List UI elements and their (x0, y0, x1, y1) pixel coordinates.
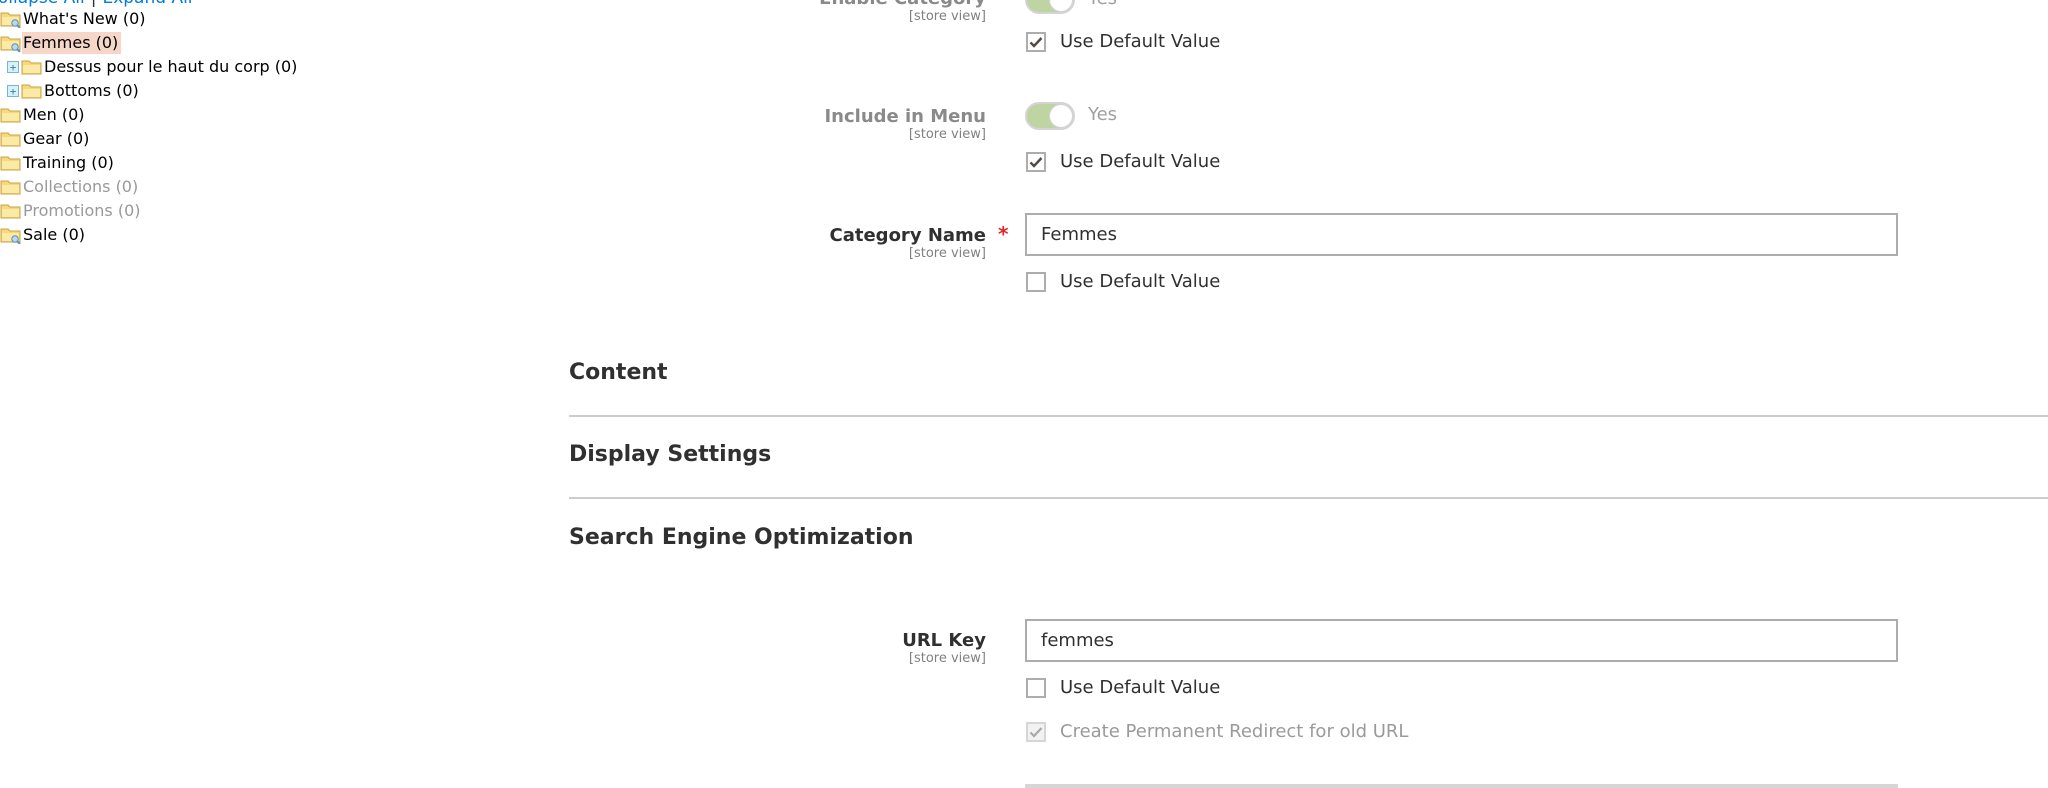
section-divider (569, 415, 2048, 417)
tree-node-dessus[interactable]: + Dessus pour le haut du corp (0) (7, 56, 300, 78)
url-key-label: URL Key [store view] (902, 630, 986, 666)
expand-plus-icon[interactable]: + (7, 85, 19, 97)
tree-node-collections[interactable]: Collections (0) (0, 176, 141, 198)
folder-search-icon (0, 10, 22, 28)
include-in-menu-label: Include in Menu [store view] (824, 106, 986, 142)
checkmark-icon (1029, 36, 1043, 48)
section-divider (569, 497, 2048, 499)
tree-node-femmes[interactable]: Femmes (0) (0, 32, 122, 54)
folder-icon (21, 82, 43, 100)
scope-label: [store view] (908, 651, 986, 666)
url-key-input[interactable] (1025, 619, 1898, 662)
expand-all-link[interactable]: Expand All (102, 0, 192, 8)
enable-category-toggle[interactable] (1025, 0, 1075, 14)
folder-icon (0, 106, 22, 124)
scope-label: [store view] (908, 9, 986, 24)
tree-node-sale[interactable]: Sale (0) (0, 224, 88, 246)
tree-node-label: Men (0) (23, 105, 85, 124)
tree-node-label: Dessus pour le haut du corp (0) (44, 57, 298, 76)
collapse-all-link[interactable]: Collapse All (0, 0, 85, 8)
tree-node-training[interactable]: Training (0) (0, 152, 117, 174)
scope-label: [store view] (908, 246, 986, 261)
tree-node-bottoms[interactable]: + Bottoms (0) (7, 80, 142, 102)
folder-icon (21, 58, 43, 76)
checkmark-icon (1029, 156, 1043, 168)
folder-icon (0, 178, 22, 196)
use-default-checkbox[interactable] (1026, 151, 1046, 172)
tree-node-men[interactable]: Men (0) (0, 104, 88, 126)
tree-controls: Collapse All | Expand All (0, 0, 193, 8)
checkmark-icon (1029, 726, 1043, 738)
folder-icon (0, 202, 22, 220)
enable-category-value: Yes (1088, 0, 1117, 9)
section-display-settings[interactable]: Display Settings (569, 442, 771, 467)
include-in-menu-value: Yes (1088, 104, 1118, 125)
folder-search-icon (0, 34, 22, 52)
folder-icon (0, 154, 22, 172)
tree-node-label: Training (0) (23, 153, 114, 172)
next-field-input[interactable] (1025, 784, 1898, 788)
tree-node-label: Femmes (0) (22, 32, 122, 54)
toggle-knob (1049, 0, 1073, 12)
enable-category-label: Enable Category [store view] (819, 0, 986, 24)
include-in-menu-toggle[interactable] (1025, 102, 1075, 130)
tree-node-gear[interactable]: Gear (0) (0, 128, 92, 150)
permanent-redirect-checkbox[interactable] (1026, 721, 1046, 742)
tree-node-promotions[interactable]: Promotions (0) (0, 200, 144, 222)
category-edit-page: Collapse All | Expand All What's New (0) F… (0, 0, 2048, 788)
tree-node-label: Bottoms (0) (44, 81, 139, 100)
tree-node-label: Gear (0) (23, 129, 90, 148)
use-default-checkbox[interactable] (1026, 677, 1046, 698)
link-separator: | (91, 0, 97, 8)
required-marker: * (998, 222, 1009, 246)
permanent-redirect-option[interactable]: Create Permanent Redirect for old URL (1026, 721, 1408, 742)
url-key-use-default[interactable]: Use Default Value (1026, 677, 1220, 698)
section-seo[interactable]: Search Engine Optimization (569, 525, 914, 550)
expand-plus-icon[interactable]: + (7, 61, 19, 73)
tree-node-whats-new[interactable]: What's New (0) (0, 8, 149, 30)
include-in-menu-use-default[interactable]: Use Default Value (1026, 151, 1220, 172)
category-name-label: Category Name [store view] (829, 225, 986, 261)
folder-search-icon (0, 226, 22, 244)
tree-node-label: Collections (0) (23, 177, 139, 196)
tree-node-label: What's New (0) (23, 9, 146, 28)
section-content[interactable]: Content (569, 360, 668, 385)
category-name-input[interactable] (1025, 213, 1898, 256)
tree-node-label: Sale (0) (23, 225, 85, 244)
toggle-knob (1049, 104, 1073, 128)
scope-label: [store view] (908, 127, 986, 142)
use-default-checkbox[interactable] (1026, 31, 1046, 52)
enable-category-use-default[interactable]: Use Default Value (1026, 31, 1220, 52)
use-default-checkbox[interactable] (1026, 271, 1046, 292)
category-name-use-default[interactable]: Use Default Value (1026, 271, 1220, 292)
tree-node-label: Promotions (0) (23, 201, 141, 220)
folder-icon (0, 130, 22, 148)
